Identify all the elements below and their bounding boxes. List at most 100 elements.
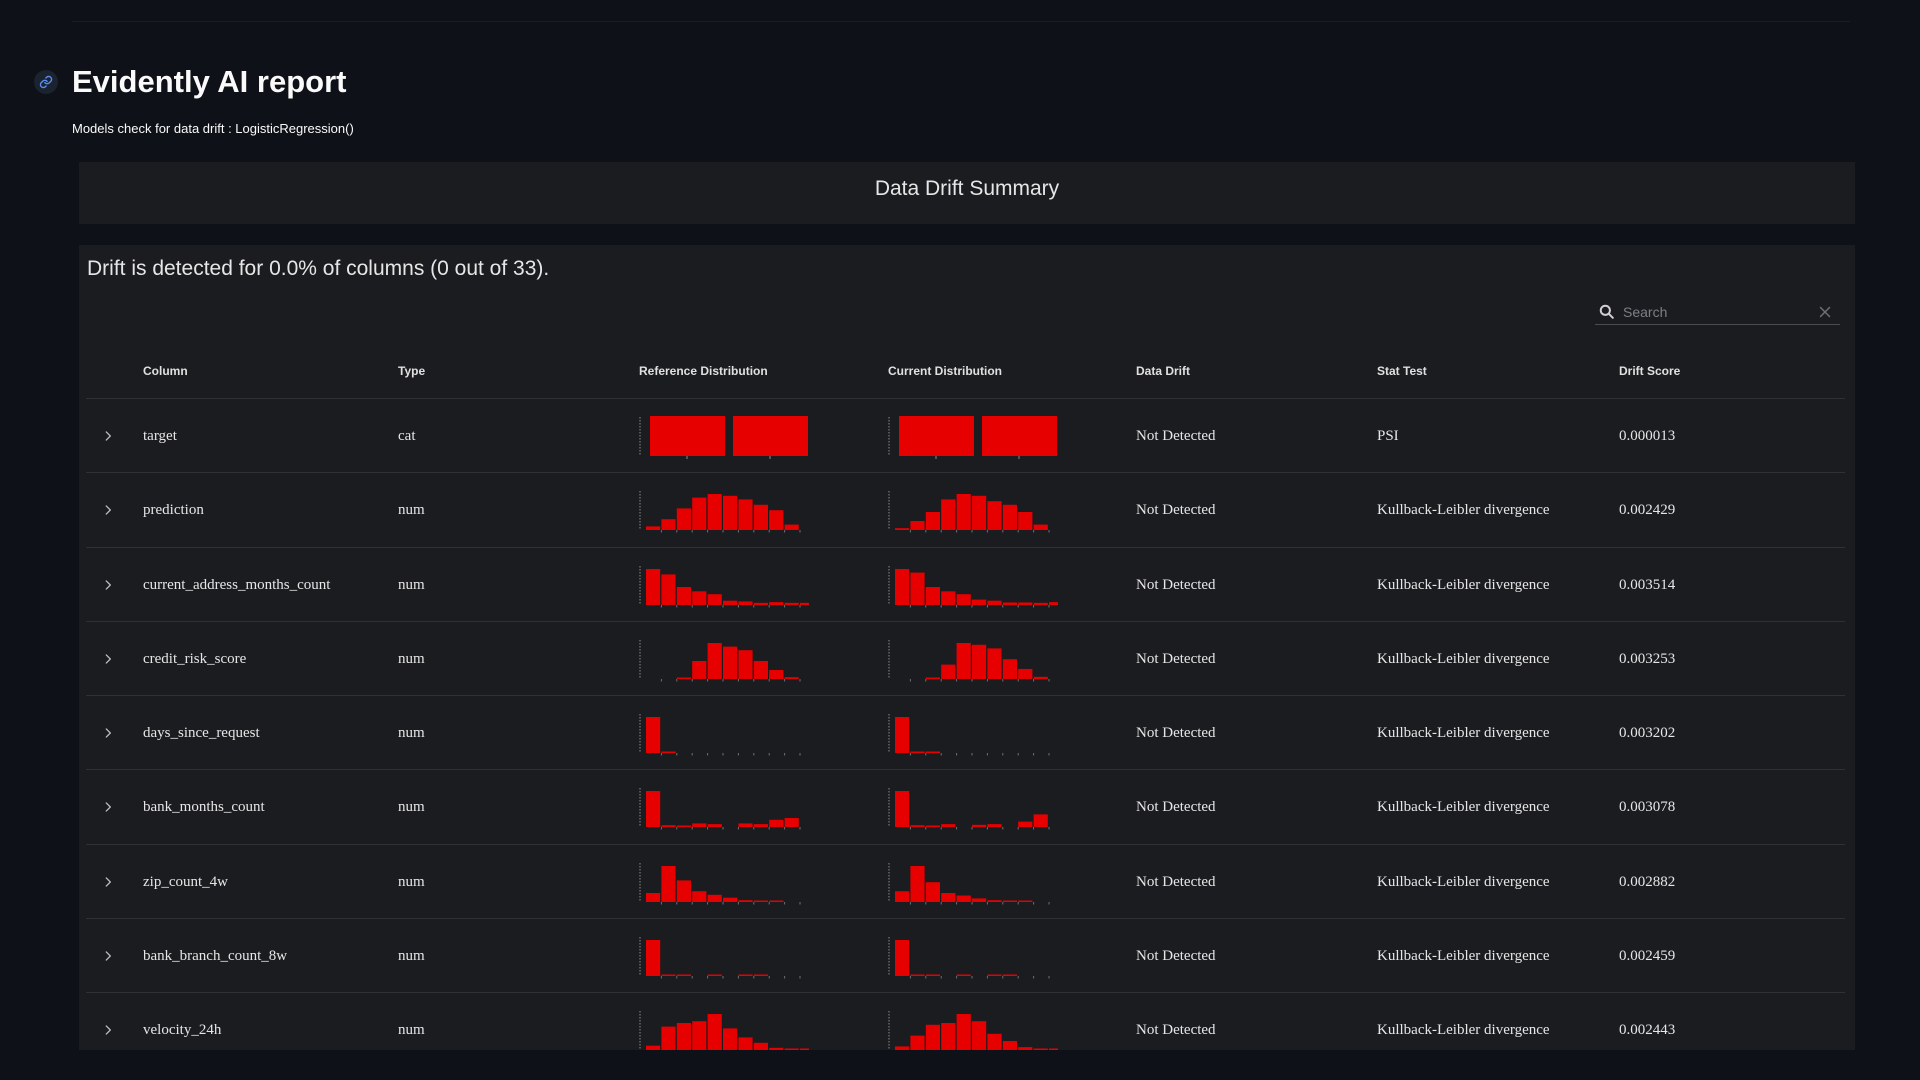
cell-type: num — [398, 799, 425, 816]
histogram-bar — [650, 416, 725, 456]
histogram-bar — [753, 974, 768, 977]
histogram-bar — [972, 825, 987, 828]
expand-row-button[interactable] — [96, 795, 120, 819]
histogram-bar — [956, 494, 971, 531]
histogram-bar — [753, 900, 768, 902]
chevron-right-icon — [105, 728, 111, 738]
expand-row-button[interactable] — [96, 944, 120, 968]
cell-stat-test: PSI — [1377, 428, 1399, 444]
expand-row-button[interactable] — [96, 721, 120, 745]
expand-row-button[interactable] — [96, 573, 120, 597]
current-distribution-chart[interactable] — [888, 1009, 1058, 1050]
expand-row-button[interactable] — [96, 1018, 120, 1042]
histogram-bar — [910, 751, 925, 754]
histogram-bar — [1033, 524, 1048, 531]
expand-row-button[interactable] — [96, 870, 120, 894]
table-row[interactable]: target cat Not Detected PSI 0.000013 — [86, 399, 1845, 474]
expand-row-button[interactable] — [96, 424, 120, 448]
histogram-bar — [733, 416, 808, 456]
link-icon — [39, 75, 53, 89]
current-distribution-chart[interactable] — [888, 935, 1058, 979]
cell-column-name: days_since_request — [143, 725, 260, 742]
histogram-bar — [676, 825, 691, 828]
reference-distribution-chart[interactable] — [639, 415, 809, 459]
current-distribution-chart[interactable] — [888, 415, 1058, 459]
histogram-bar — [1002, 659, 1017, 679]
table-row[interactable]: zip_count_4w num Not Detected Kullback-Leib… — [86, 845, 1845, 920]
table-row[interactable]: prediction num Not Detected Kullback-Leible… — [86, 473, 1845, 548]
table-row[interactable]: velocity_24h num Not Detected Kullback-Leib… — [86, 993, 1845, 1050]
cell-data-drift: Not Detected — [1136, 502, 1216, 519]
link-anchor[interactable] — [34, 70, 58, 94]
table-row[interactable]: credit_risk_score num Not Detected Kullback… — [86, 622, 1845, 697]
histogram-bar — [661, 974, 676, 977]
column-header-current-distribution[interactable]: Current Distribution — [888, 343, 1002, 399]
reference-distribution-chart[interactable] — [639, 935, 809, 979]
drift-detected-text: Drift is detected for 0.0% of columns (0… — [87, 257, 550, 280]
current-distribution-chart[interactable] — [888, 786, 1058, 830]
histogram-svg — [888, 416, 1057, 459]
current-distribution-chart[interactable] — [888, 564, 1058, 608]
table-row[interactable]: current_address_months_count num Not Detec… — [86, 548, 1845, 622]
histogram-bar — [692, 497, 707, 531]
chevron-right-icon — [105, 1025, 111, 1036]
histogram-svg — [639, 714, 801, 756]
search-input[interactable] — [1623, 303, 1816, 320]
column-header-type[interactable]: Type — [398, 343, 425, 399]
cell-type: cat — [398, 428, 416, 444]
column-header-column[interactable]: Column — [143, 343, 188, 399]
cell-data-drift: Not Detected — [1136, 948, 1216, 965]
column-header-data-drift[interactable]: Data Drift — [1136, 343, 1190, 399]
histogram-bar — [723, 897, 738, 902]
histogram-bar — [800, 1048, 809, 1050]
histogram-bar — [707, 974, 722, 977]
current-distribution-chart[interactable] — [888, 638, 1058, 682]
histogram-bar — [753, 824, 768, 828]
histogram-bar — [769, 601, 784, 605]
histogram-bar — [956, 642, 971, 679]
reference-distribution-chart[interactable] — [639, 861, 809, 905]
histogram-bar — [972, 644, 987, 679]
histogram-bar — [972, 599, 987, 605]
reference-distribution-chart[interactable] — [639, 1009, 809, 1050]
table-row[interactable]: bank_months_count num Not Detected Kullback… — [86, 770, 1845, 845]
histogram-bar — [941, 892, 956, 902]
current-distribution-chart[interactable] — [888, 712, 1058, 756]
reference-distribution-chart[interactable] — [639, 638, 809, 682]
histogram-bar — [895, 528, 910, 531]
histogram-bar — [910, 572, 925, 605]
expand-row-button[interactable] — [96, 647, 120, 671]
table-row[interactable]: days_since_request num Not Detected Kullbac… — [86, 696, 1845, 771]
reference-distribution-chart[interactable] — [639, 712, 809, 756]
histogram-bar — [987, 824, 1002, 828]
reference-distribution-chart[interactable] — [639, 489, 809, 533]
current-distribution-chart[interactable] — [888, 489, 1058, 533]
histogram-bar — [707, 494, 722, 531]
expand-row-button[interactable] — [96, 498, 120, 522]
histogram-svg — [639, 788, 801, 830]
column-header-reference-distribution[interactable]: Reference Distribution — [639, 343, 768, 399]
current-distribution-chart[interactable] — [888, 861, 1058, 905]
histogram-bar — [661, 865, 676, 902]
cell-stat-test: Kullback-Leibler divergence — [1377, 948, 1550, 965]
column-header-stat-test[interactable]: Stat Test — [1377, 343, 1427, 399]
search-box[interactable] — [1595, 299, 1840, 325]
histogram-svg — [639, 416, 808, 459]
histogram-bar — [910, 521, 925, 531]
cell-column-name: bank_branch_count_8w — [143, 948, 288, 965]
histogram-svg — [888, 491, 1050, 533]
histogram-bar — [1018, 668, 1033, 679]
table-row[interactable]: bank_branch_count_8w num Not Detected Kullb… — [86, 919, 1845, 994]
histogram-bar — [956, 974, 971, 977]
close-icon[interactable] — [1816, 303, 1834, 321]
histogram-bar — [707, 1014, 722, 1050]
histogram-svg — [888, 937, 1050, 979]
reference-distribution-chart[interactable] — [639, 564, 809, 608]
column-header-drift-score[interactable]: Drift Score — [1619, 343, 1680, 399]
cell-data-drift: Not Detected — [1136, 725, 1216, 742]
histogram-bar — [895, 890, 910, 902]
page-subtitle: Models check for data drift : LogisticRe… — [72, 121, 354, 136]
histogram-bar — [646, 526, 661, 531]
cell-stat-test: Kullback-Leibler divergence — [1377, 502, 1550, 519]
reference-distribution-chart[interactable] — [639, 786, 809, 830]
